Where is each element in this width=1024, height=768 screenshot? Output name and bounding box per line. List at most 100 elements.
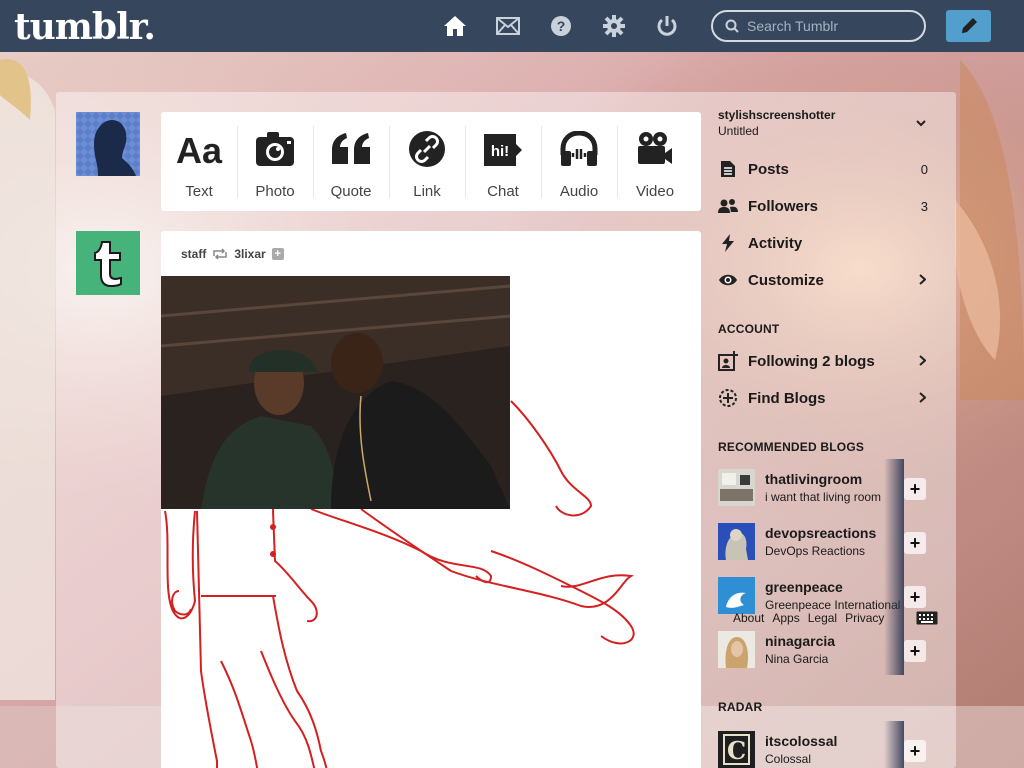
sidebar-item-label: Posts — [748, 160, 789, 178]
post-type-bar: Aa Text Photo Quote Link hi! Chat Audio … — [161, 112, 701, 211]
post-photo[interactable] — [161, 276, 510, 509]
post-type-video[interactable]: Video — [617, 112, 693, 211]
home-icon[interactable] — [442, 13, 468, 39]
sidebar-item-label: Customize — [748, 271, 824, 289]
footer-link-apps[interactable]: Apps — [772, 611, 799, 625]
fade-overlay — [884, 621, 904, 675]
blog-name: thatlivingroom — [765, 471, 863, 487]
sidebar-item-label: Following 2 blogs — [748, 352, 875, 370]
blog-name: ninagarcia — [765, 633, 836, 649]
video-camera-icon — [638, 132, 672, 164]
reblogged-from[interactable]: 3lixar — [234, 247, 265, 261]
post-author[interactable]: staff — [181, 247, 206, 261]
sidebar-item-label: Activity — [748, 234, 803, 252]
svg-text:Aa: Aa — [176, 130, 223, 168]
post-type-label: Audio — [559, 183, 599, 200]
blog-name: devopsreactions — [765, 525, 877, 541]
post-type-label: Text — [185, 183, 213, 200]
pencil-icon — [961, 18, 977, 33]
keyboard-icon[interactable] — [916, 611, 938, 625]
post-type-label: Video — [635, 183, 675, 200]
follow-button[interactable]: + — [904, 478, 926, 500]
quote-icon — [332, 133, 370, 164]
blog-thumbnail — [718, 577, 755, 614]
dashboard-post: staff 3lixar + — [161, 231, 701, 768]
sidebar-item-customize[interactable]: Customize — [718, 268, 930, 292]
search-box[interactable] — [711, 10, 926, 42]
post-type-chat[interactable]: hi! Chat — [465, 112, 541, 211]
sidebar: stylishscreenshotter Untitled Posts 0 Fo… — [718, 108, 938, 768]
blog-thumbnail — [718, 469, 755, 506]
blog-thumbnail — [718, 523, 755, 560]
fade-overlay — [884, 567, 904, 621]
sidebar-item-label: Find Blogs — [748, 389, 826, 407]
blog-name[interactable]: stylishscreenshotter — [718, 108, 938, 122]
sidebar-item-find-blogs[interactable]: Find Blogs — [718, 386, 930, 410]
post-type-label: Link — [413, 183, 441, 200]
link-icon — [409, 131, 445, 167]
recommended-blog[interactable]: devopsreactions DevOps Reactions + — [718, 513, 928, 567]
lightning-icon — [722, 234, 734, 252]
post-type-audio[interactable]: Audio — [541, 112, 617, 211]
footer-link-legal[interactable]: Legal — [808, 611, 837, 625]
radar-blog[interactable]: C itscolossal Colossal + — [718, 721, 928, 768]
chevron-right-icon — [919, 355, 926, 366]
footer-link-privacy[interactable]: Privacy — [845, 611, 884, 625]
post-type-text[interactable]: Aa Text — [161, 112, 237, 211]
account-section-title: ACCOUNT — [718, 322, 780, 336]
post-type-label: Photo — [255, 183, 295, 200]
follow-badge[interactable]: + — [271, 248, 284, 260]
posts-count: 0 — [920, 161, 928, 177]
recommended-section-title: RECOMMENDED BLOGS — [718, 440, 865, 454]
sidebar-item-posts[interactable]: Posts 0 — [718, 157, 930, 181]
post-type-label: Quote — [330, 183, 372, 200]
recommended-blog[interactable]: ninagarcia Nina Garcia + — [718, 621, 928, 675]
compose-button[interactable] — [946, 10, 991, 42]
chevron-down-icon[interactable] — [916, 120, 926, 128]
follow-button[interactable]: + — [904, 640, 926, 662]
camera-icon — [256, 132, 294, 166]
blog-name: itscolossal — [765, 733, 838, 749]
post-header: staff 3lixar + — [181, 247, 284, 261]
chevron-right-icon — [919, 392, 926, 403]
recommended-blog[interactable]: thatlivingroom i want that living room + — [718, 459, 928, 513]
blog-name: greenpeace — [765, 579, 843, 595]
power-icon[interactable] — [654, 13, 680, 39]
gear-icon[interactable] — [601, 13, 627, 39]
search-icon — [725, 19, 739, 33]
sidebar-item-label: Followers — [748, 197, 819, 215]
mail-icon[interactable] — [495, 13, 521, 39]
find-blogs-icon — [719, 389, 737, 407]
help-icon[interactable]: ? — [548, 13, 574, 39]
search-input[interactable] — [747, 18, 917, 34]
staff-avatar[interactable] — [76, 231, 140, 295]
svg-text:?: ? — [557, 18, 566, 34]
reblog-icon — [213, 248, 228, 260]
fade-overlay — [884, 721, 904, 768]
sidebar-item-activity[interactable]: Activity — [718, 231, 930, 255]
tumblr-t-icon — [94, 241, 122, 287]
footer-link-about[interactable]: About — [733, 611, 764, 625]
follow-button[interactable]: + — [904, 740, 926, 762]
svg-text:C: C — [727, 736, 746, 765]
followers-count: 3 — [920, 198, 928, 214]
followers-icon — [718, 199, 738, 213]
chat-icon: hi! — [484, 134, 522, 166]
chevron-right-icon — [919, 274, 926, 285]
post-type-link[interactable]: Link — [389, 112, 465, 211]
follow-button[interactable]: + — [904, 532, 926, 554]
post-type-quote[interactable]: Quote — [313, 112, 389, 211]
sidebar-item-followers[interactable]: Followers 3 — [718, 194, 930, 218]
following-icon — [718, 351, 738, 371]
follow-button[interactable]: + — [904, 586, 926, 608]
post-type-photo[interactable]: Photo — [237, 112, 313, 211]
headphones-icon — [560, 131, 598, 166]
eye-icon — [719, 274, 737, 286]
nav-icons: ? — [442, 13, 680, 39]
user-avatar[interactable] — [76, 112, 140, 176]
footer-links: About Apps Legal Privacy — [733, 611, 884, 625]
post-type-label: Chat — [487, 183, 519, 200]
top-navigation-bar: tumblr. ? — [0, 0, 1024, 52]
tumblr-logo[interactable]: tumblr. — [14, 6, 156, 48]
sidebar-item-following[interactable]: Following 2 blogs — [718, 349, 930, 373]
